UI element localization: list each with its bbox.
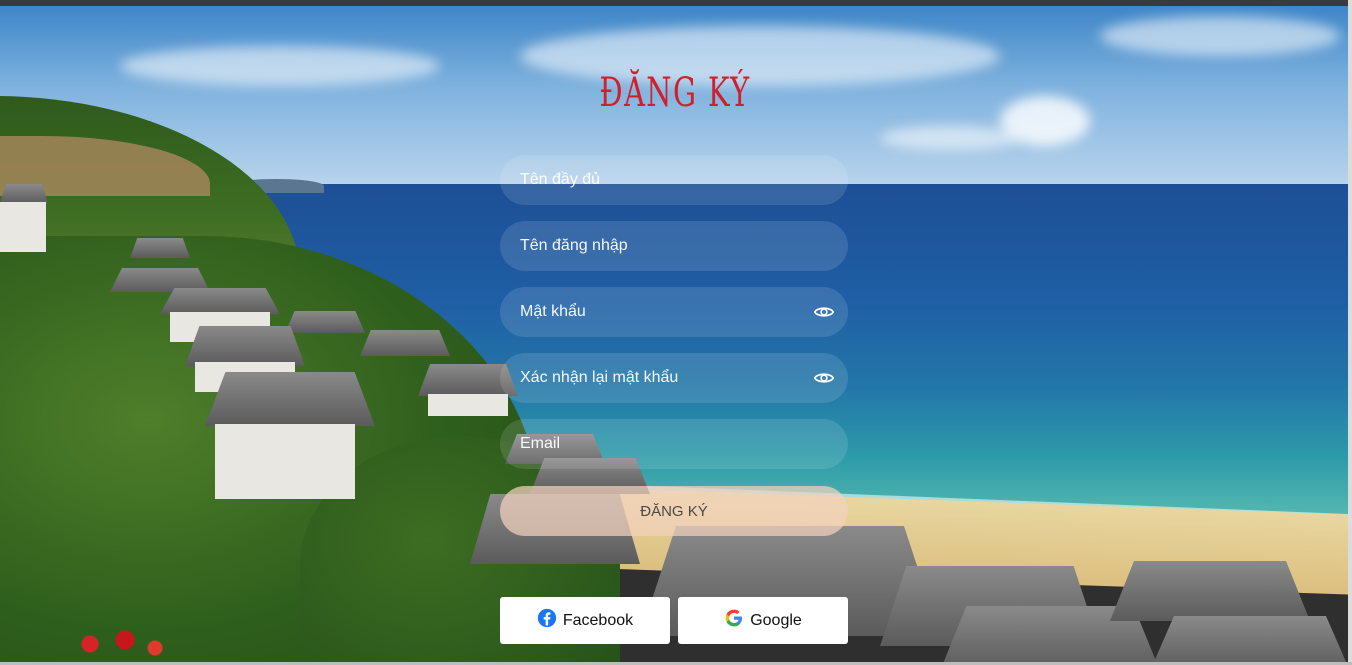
google-icon — [724, 608, 744, 633]
email-input[interactable] — [500, 419, 848, 469]
register-button[interactable]: ĐĂNG KÝ — [500, 486, 848, 536]
username-field[interactable] — [500, 221, 848, 271]
google-login-button[interactable]: Google — [678, 597, 848, 644]
username-input[interactable] — [500, 221, 848, 271]
eye-icon[interactable] — [813, 368, 835, 388]
confirm-password-field[interactable] — [500, 353, 848, 403]
confirm-password-input[interactable] — [500, 353, 848, 403]
register-page: ĐĂNG KÝ ĐĂNG KÝ — [0, 0, 1352, 665]
facebook-label: Facebook — [562, 611, 634, 629]
full-name-field[interactable] — [500, 155, 848, 205]
password-field[interactable] — [500, 287, 848, 337]
email-field[interactable] — [500, 419, 848, 469]
facebook-icon — [537, 608, 557, 633]
google-label: Google — [750, 611, 802, 629]
scrollbar-edge — [1348, 0, 1352, 665]
eye-icon[interactable] — [813, 302, 835, 322]
facebook-login-button[interactable]: Facebook — [500, 597, 670, 644]
browser-top-bar — [0, 0, 1352, 6]
page-title: ĐĂNG KÝ — [599, 70, 751, 116]
password-input[interactable] — [500, 287, 848, 337]
full-name-input[interactable] — [500, 155, 848, 205]
